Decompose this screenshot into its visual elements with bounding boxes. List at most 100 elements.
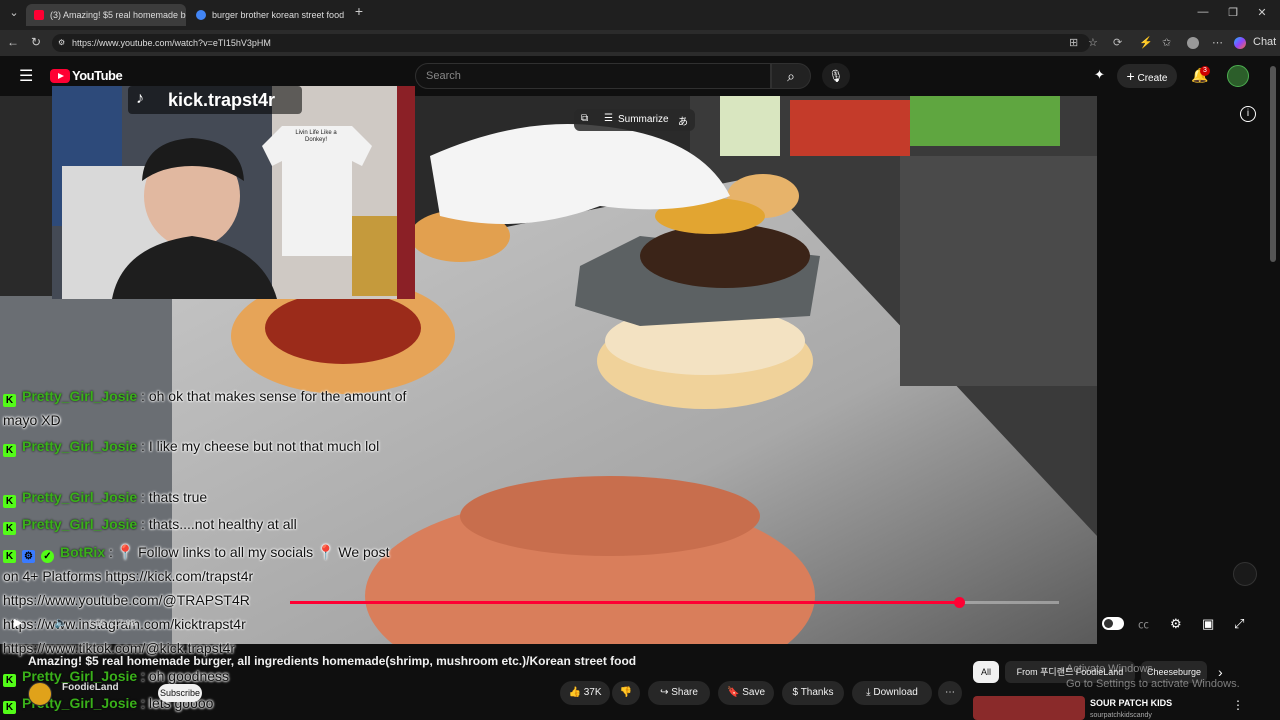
info-icon[interactable]: i bbox=[1240, 106, 1256, 122]
chat-text: : thats....not healthy at all bbox=[137, 516, 297, 532]
right-pane: i bbox=[1097, 96, 1267, 644]
new-tab-button[interactable]: + bbox=[349, 3, 369, 19]
close-tab-icon[interactable]: × bbox=[344, 9, 346, 21]
progress-scrubber-handle[interactable] bbox=[954, 597, 966, 608]
recommendation-title[interactable]: SOUR PATCH KIDS bbox=[1090, 698, 1172, 708]
search-favicon-icon bbox=[196, 10, 206, 20]
chat-message: K Pretty_Girl_Josie : thats....not health… bbox=[0, 512, 420, 540]
apps-icon[interactable]: ⊞ bbox=[1069, 36, 1078, 49]
search-input[interactable]: Search bbox=[415, 63, 771, 89]
channel-watermark-icon[interactable] bbox=[1233, 562, 1257, 586]
recommendation-channel[interactable]: sourpatchkidscandy bbox=[1090, 712, 1152, 719]
chat-username: Pretty_Girl_Josie bbox=[22, 438, 138, 454]
kick-badge-icon: K bbox=[3, 674, 16, 687]
summarize-icon: ☰ bbox=[604, 113, 613, 124]
kick-badge-icon: K bbox=[3, 444, 16, 457]
chat-button[interactable]: Chat bbox=[1253, 36, 1276, 48]
favorites-icon[interactable]: ✩ bbox=[1162, 36, 1171, 49]
download-icon: ⤓ bbox=[866, 687, 871, 698]
bookmark-star-icon[interactable]: ☆ bbox=[1088, 36, 1098, 49]
more-menu-icon[interactable]: ⋯ bbox=[1212, 36, 1223, 49]
webcam-frame bbox=[52, 86, 415, 299]
like-count: 37K bbox=[583, 687, 602, 698]
tab-youtube[interactable]: (3) Amazing! $5 real homemade b × bbox=[26, 4, 186, 26]
like-button[interactable]: 👍 37K bbox=[560, 681, 610, 705]
play-icon[interactable]: ▶ bbox=[14, 616, 22, 629]
hamburger-menu-icon[interactable]: ☰ bbox=[19, 66, 33, 86]
volume-icon[interactable]: 🔈 bbox=[54, 616, 68, 629]
thanks-label: Thanks bbox=[800, 687, 834, 698]
thumbs-up-icon: 👍 bbox=[568, 687, 581, 698]
channel-name[interactable]: FoodieLand bbox=[62, 682, 119, 693]
captions-icon[interactable]: ㏄ bbox=[1138, 616, 1149, 632]
chat-username: Pretty_Girl_Josie bbox=[22, 516, 138, 532]
chip-all[interactable]: All bbox=[973, 661, 999, 683]
kick-handle-text: kick.trapst4r bbox=[168, 90, 276, 110]
progress-bar-played[interactable] bbox=[290, 601, 960, 604]
search-button[interactable]: ⌕ bbox=[771, 63, 811, 89]
tab-search[interactable]: burger brother korean street food × bbox=[188, 4, 346, 26]
youtube-logo[interactable]: YouTube bbox=[50, 68, 123, 83]
restore-icon[interactable]: ❐ bbox=[1223, 6, 1243, 19]
autoplay-toggle[interactable] bbox=[1102, 617, 1124, 630]
summarize-toolbar: ⧉ ☰ Summarize あ bbox=[574, 109, 695, 131]
more-actions-button[interactable]: ⋯ bbox=[938, 681, 962, 705]
tiktok-logo-icon: ♪ bbox=[136, 90, 144, 107]
url-field[interactable]: ⚙ https://www.youtube.com/watch?v=eTI15h… bbox=[52, 34, 1090, 52]
chat-username: BotRix bbox=[60, 544, 106, 560]
notification-count-badge: 3 bbox=[1200, 66, 1210, 76]
verified-badge-icon: ✓ bbox=[41, 550, 54, 563]
logo-text: YouTube bbox=[72, 68, 123, 83]
site-info-icon[interactable]: ⚙ bbox=[58, 34, 65, 52]
studio-icon[interactable]: ✦ bbox=[1094, 67, 1105, 83]
voice-search-button[interactable]: 🎙 bbox=[822, 63, 850, 89]
tab-list-icon[interactable]: ⌄ bbox=[4, 6, 24, 19]
plus-icon: + bbox=[1126, 68, 1135, 84]
reload-icon[interactable]: ↻ bbox=[31, 35, 41, 49]
chat-text: : thats true bbox=[137, 489, 208, 505]
super-thanks-icon: $ bbox=[792, 687, 799, 698]
scrollbar-thumb[interactable] bbox=[1270, 66, 1276, 262]
account-avatar[interactable] bbox=[1227, 65, 1249, 87]
back-icon[interactable]: ← bbox=[7, 35, 19, 49]
kick-handle-badge: ♪ kick.trapst4r bbox=[128, 86, 302, 114]
kick-badge-icon: K bbox=[3, 495, 16, 508]
capture-icon[interactable]: ⧉ bbox=[581, 113, 588, 124]
streamer-webcam: Livin Life Like a Donkey! bbox=[52, 86, 415, 299]
profile-avatar[interactable] bbox=[1187, 37, 1199, 49]
bookmark-icon: 🔖 bbox=[726, 687, 740, 698]
thanks-button[interactable]: $ Thanks bbox=[782, 681, 844, 705]
close-window-icon[interactable]: ✕ bbox=[1252, 6, 1272, 19]
share-icon: ↪ bbox=[660, 687, 669, 698]
chat-username: Pretty_Girl_Josie bbox=[22, 388, 138, 404]
progress-bar-remaining[interactable] bbox=[959, 601, 1059, 604]
tab-label: burger brother korean street food bbox=[212, 10, 345, 20]
youtube-favicon-icon bbox=[34, 10, 44, 20]
subscribe-button[interactable]: Subscribe bbox=[158, 684, 202, 702]
copilot-icon[interactable] bbox=[1234, 37, 1246, 49]
extensions-icon[interactable]: ⟳ bbox=[1113, 36, 1122, 49]
download-label: Download bbox=[873, 687, 918, 698]
create-button[interactable]: + Create bbox=[1117, 64, 1177, 88]
miniplayer-icon[interactable]: ▣ bbox=[1202, 616, 1214, 632]
settings-gear-icon[interactable]: ⚙ bbox=[1170, 616, 1182, 632]
share-button[interactable]: ↪ Share bbox=[648, 681, 710, 705]
translate-icon[interactable]: あ bbox=[678, 113, 688, 128]
dislike-button[interactable]: 👎 bbox=[612, 681, 640, 705]
create-label: Create bbox=[1137, 73, 1168, 84]
kick-badge-icon: K bbox=[3, 550, 16, 563]
download-button[interactable]: ⤓ Download bbox=[852, 681, 932, 705]
save-button[interactable]: 🔖 Save bbox=[718, 681, 774, 705]
address-bar-row: ← ↻ ⚙ https://www.youtube.com/watch?v=eT… bbox=[0, 30, 1280, 56]
recommendation-menu-icon[interactable]: ⋮ bbox=[1232, 698, 1244, 712]
chat-text: : I like my cheese but not that much lol bbox=[137, 438, 380, 454]
kick-badge-icon: K bbox=[3, 522, 16, 535]
channel-avatar[interactable] bbox=[28, 682, 52, 706]
tab-label: (3) Amazing! $5 real homemade b bbox=[50, 10, 186, 20]
fullscreen-icon[interactable]: ⤢ bbox=[1234, 616, 1244, 632]
recommendation-thumbnail[interactable] bbox=[973, 696, 1085, 720]
summarize-button[interactable]: Summarize bbox=[618, 114, 669, 125]
kick-badge-icon: K bbox=[3, 394, 16, 407]
minimize-icon[interactable]: — bbox=[1193, 6, 1213, 18]
performance-icon[interactable]: ⚡ bbox=[1139, 36, 1153, 49]
